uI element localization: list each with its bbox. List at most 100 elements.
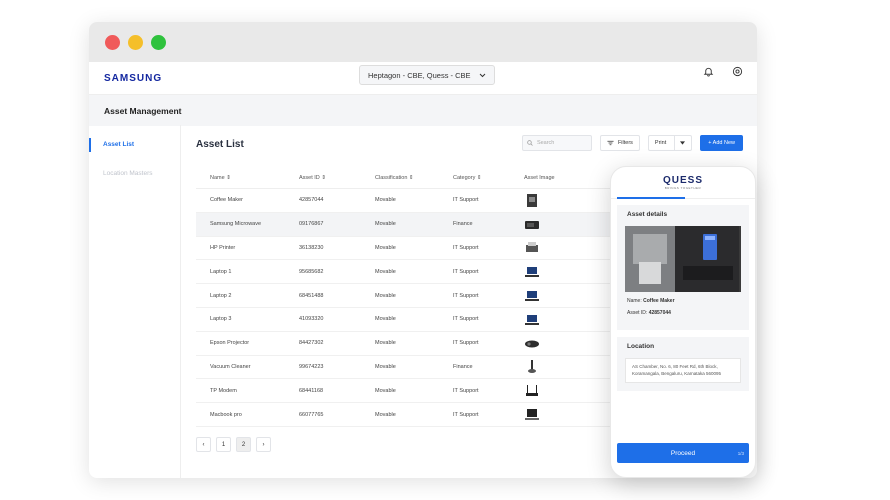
asset-details-title: Asset details [627, 211, 668, 218]
cell-asset-id: 84427302 [299, 340, 324, 347]
page-1-button[interactable]: 1 [216, 437, 231, 452]
filter-icon [607, 140, 614, 146]
mobile-preview: QUESS BRINGS TOGETHER Asset details Name… [610, 166, 756, 478]
col-asset-id[interactable]: Asset ID ⇕ [299, 175, 375, 181]
settings-icon[interactable] [732, 66, 743, 77]
cell-name: TP Modem [210, 387, 237, 394]
cell-classification: Movable [375, 363, 396, 370]
add-new-button[interactable]: + Add New [700, 135, 743, 151]
cell-classification: Movable [375, 316, 396, 323]
projector-thumb [525, 340, 539, 348]
bell-icon[interactable] [703, 66, 714, 77]
cell-asset-image [524, 265, 584, 278]
asset-name-value: Coffee Maker [643, 298, 675, 304]
quess-logo-text: QUESS [662, 175, 703, 186]
col-classification-label: Classification [375, 174, 408, 181]
cell-category: IT Support [453, 340, 479, 347]
cell-asset-id: 09176867 [299, 221, 324, 228]
cell-asset-image [524, 408, 584, 421]
cell-category: Finance [453, 363, 473, 370]
cell-name: Laptop 3 [210, 316, 232, 323]
cell-classification: Movable [375, 340, 396, 347]
asset-details-card: Asset details Name: Coffee Maker Asset I… [617, 205, 749, 330]
page-2-button[interactable]: 2 [236, 437, 251, 452]
quess-logo: QUESS BRINGS TOGETHER [611, 167, 755, 199]
search-placeholder: Search [536, 140, 555, 146]
cell-category: IT Support [453, 268, 479, 275]
macbook-thumb [525, 409, 539, 421]
laptop-thumb [525, 291, 539, 302]
prev-page-button[interactable]: ‹ [196, 437, 211, 452]
cell-classification: Movable [375, 268, 396, 275]
cell-name: Laptop 1 [210, 268, 232, 275]
module-title: Asset Management [104, 105, 182, 116]
cell-name: Coffee Maker [210, 197, 243, 204]
cell-asset-id: 42857044 [299, 197, 324, 204]
print-label: Print [654, 140, 667, 146]
search-icon [527, 140, 533, 146]
asset-id-row: Asset ID: 42857044 [617, 310, 749, 316]
location-card: Location AS Chamber, No. 6, 80 Feet Rd, … [617, 337, 749, 391]
cell-asset-image [524, 193, 584, 207]
cell-category: IT Support [453, 387, 479, 394]
cell-classification: Movable [375, 292, 396, 299]
cell-classification: Movable [375, 387, 396, 394]
org-selector[interactable]: Heptagon - CBE, Quess - CBE [359, 65, 495, 85]
cell-asset-id: 36138230 [299, 244, 324, 251]
asset-id-value: 42857044 [648, 310, 671, 316]
cell-asset-id: 95685682 [299, 268, 324, 275]
col-name[interactable]: Name ⇕ [196, 175, 299, 181]
chevron-down-icon [479, 73, 485, 77]
col-category[interactable]: Category ⇕ [453, 175, 524, 181]
org-selector-label: Heptagon - CBE, Quess - CBE [368, 70, 471, 80]
print-button[interactable]: Print [647, 135, 693, 151]
close-window-dot[interactable] [105, 34, 120, 50]
cell-classification: Movable [375, 411, 396, 418]
cell-category: IT Support [453, 292, 479, 299]
quess-logo-tagline: BRINGS TOGETHER [664, 186, 702, 190]
col-classification[interactable]: Classification ⇕ [375, 175, 453, 181]
col-category-label: Category [453, 174, 476, 181]
cell-asset-image [524, 218, 584, 231]
coffee-maker-illustration [625, 226, 739, 292]
header-icons [703, 66, 743, 77]
location-address: AS Chamber, No. 6, 80 Feet Rd, 6th Block… [625, 358, 741, 383]
cell-asset-image [524, 241, 584, 254]
window-titlebar [89, 22, 757, 62]
proceed-button[interactable]: Proceed 1/3 [617, 443, 749, 463]
filters-label: Filters [617, 140, 633, 146]
next-page-button[interactable]: › [256, 437, 271, 452]
col-asset-id-label: Asset ID [299, 174, 320, 181]
maximize-window-dot[interactable] [151, 34, 166, 50]
cell-classification: Movable [375, 221, 396, 228]
cell-asset-id: 68441168 [299, 387, 324, 394]
minimize-window-dot[interactable] [128, 34, 143, 50]
cell-category: IT Support [453, 244, 479, 251]
page-title-bar: Asset Management [89, 95, 757, 126]
cell-asset-id: 99674223 [299, 363, 324, 370]
sidebar-item-asset-list[interactable]: Asset List [89, 138, 180, 152]
cell-name: Vacuum Cleaner [210, 363, 251, 370]
samsung-logo[interactable]: SAMSUNG [104, 73, 162, 84]
filters-button[interactable]: Filters [599, 135, 640, 151]
col-asset-image-label: Asset Image [524, 174, 555, 181]
location-title: Location [627, 343, 655, 350]
sidebar: Asset List Location Masters [89, 125, 181, 478]
sidebar-item-location-masters[interactable]: Location Masters [89, 168, 180, 180]
search-input[interactable]: Search [521, 135, 592, 151]
cell-name: Laptop 2 [210, 292, 232, 299]
cell-category: IT Support [453, 197, 479, 204]
asset-name-label: Name: [627, 298, 642, 304]
cell-asset-id: 66077765 [299, 411, 324, 418]
cell-asset-id: 41093320 [299, 316, 324, 323]
pagination: ‹ 1 2 › [196, 437, 271, 452]
print-dropdown[interactable] [674, 135, 686, 151]
cell-name: Samsung Microwave [210, 221, 262, 228]
cell-name: HP Printer [210, 244, 236, 251]
cell-name: Epson Projector [210, 340, 250, 347]
cell-classification: Movable [375, 197, 396, 204]
col-name-label: Name [210, 174, 225, 181]
cell-classification: Movable [375, 244, 396, 251]
coffee-maker-thumb [527, 193, 537, 207]
cell-asset-id: 68451488 [299, 292, 324, 299]
